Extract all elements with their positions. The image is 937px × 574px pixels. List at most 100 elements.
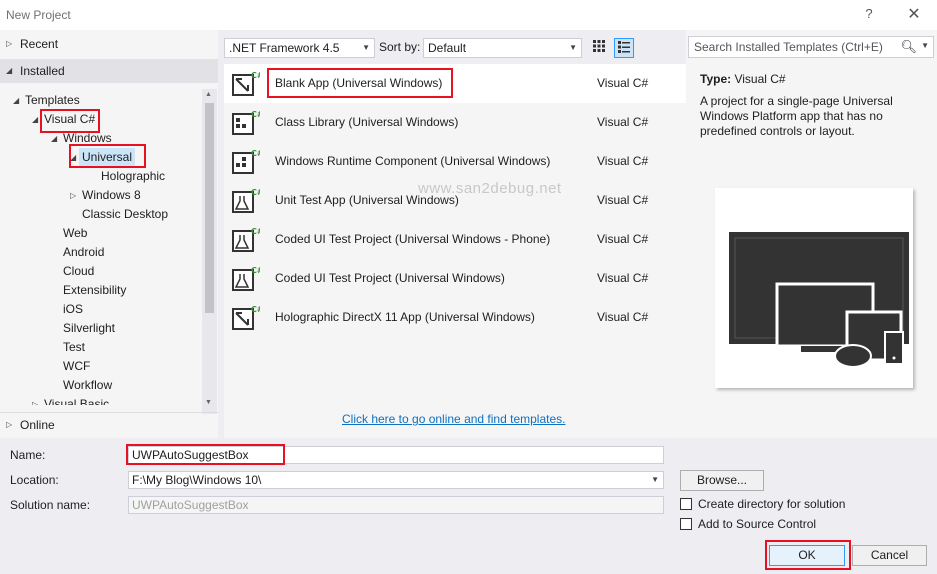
tree-node-templates[interactable]: ◢ Templates	[13, 91, 80, 110]
tree-node-visual-basic[interactable]: ▷ Visual Basic	[32, 395, 110, 405]
blank-app-icon: C#	[232, 71, 260, 96]
expand-arrow-icon[interactable]: ▷	[32, 395, 38, 405]
project-form: Name: UWPAutoSuggestBox Location: F:\My …	[0, 438, 937, 574]
grid-view-icon	[593, 40, 605, 52]
sort-value: Default	[428, 41, 467, 55]
ok-button[interactable]: OK	[769, 545, 845, 566]
title-bar: New Project ? ✕	[0, 0, 937, 30]
template-item-blank-app[interactable]: C# Blank App (Universal Windows) Visual …	[224, 64, 686, 103]
template-item-runtime-component[interactable]: C# Windows Runtime Component (Universal …	[224, 142, 686, 181]
template-item-coded-ui-phone[interactable]: C# Coded UI Test Project (Universal Wind…	[224, 220, 686, 259]
checkbox-box[interactable]	[680, 498, 692, 510]
location-field[interactable]: F:\My Blog\Windows 10\ ▼	[128, 471, 664, 489]
tree-node-holographic[interactable]: Holographic	[101, 167, 165, 186]
tree-node-wcf[interactable]: WCF	[63, 357, 90, 376]
scroll-down-icon[interactable]: ▼	[205, 399, 212, 406]
template-language: Visual C#	[597, 310, 649, 324]
search-icon[interactable]: 🔍︎	[900, 39, 917, 55]
dropdown-caret-icon[interactable]: ▼	[651, 472, 659, 488]
scroll-up-icon[interactable]: ▲	[205, 91, 212, 98]
sidebar-section-label: Recent	[20, 37, 59, 51]
window-title: New Project	[6, 8, 71, 22]
tree-node-android[interactable]: Android	[63, 243, 104, 262]
sort-dropdown[interactable]: Default ▼	[423, 38, 582, 58]
tree-node-cloud[interactable]: Cloud	[63, 262, 94, 281]
tree-node-label: Extensibility	[63, 283, 127, 297]
tree-node-label: Android	[63, 245, 105, 259]
sidebar-section-recent[interactable]: ▷ Recent	[0, 32, 218, 56]
checkbox-box[interactable]	[680, 518, 692, 530]
tree-node-windows[interactable]: ◢ Windows	[51, 129, 112, 148]
tree-node-visual-csharp[interactable]: ◢ Visual C#	[32, 110, 95, 129]
tree-node-label: Visual Basic	[44, 397, 110, 405]
expand-arrow-icon[interactable]: ▷	[6, 32, 12, 56]
template-language: Visual C#	[597, 271, 649, 285]
tree-scrollbar[interactable]: ▲ ▼	[202, 89, 217, 414]
help-button[interactable]: ?	[862, 6, 876, 21]
svg-text:C#: C#	[251, 110, 260, 119]
checkbox-label: Create directory for solution	[698, 497, 846, 511]
collapse-arrow-icon[interactable]: ◢	[13, 91, 19, 110]
sidebar-section-label: Online	[20, 418, 55, 432]
template-language: Visual C#	[597, 154, 649, 168]
template-item-coded-ui[interactable]: C# Coded UI Test Project (Universal Wind…	[224, 259, 686, 298]
sidebar-section-online[interactable]: ▷ Online	[0, 412, 218, 436]
tree-node-windows-8[interactable]: ▷ Windows 8	[70, 186, 141, 205]
template-name: Holographic DirectX 11 App (Universal Wi…	[275, 310, 535, 324]
framework-dropdown[interactable]: .NET Framework 4.5 ▼	[224, 38, 375, 58]
solution-name-label: Solution name:	[10, 498, 91, 512]
tree-node-label: Test	[63, 340, 86, 354]
tree-node-workflow[interactable]: Workflow	[63, 376, 112, 395]
cancel-button[interactable]: Cancel	[852, 545, 927, 566]
svg-text:C#: C#	[251, 266, 260, 275]
small-icons-view-button[interactable]	[589, 38, 609, 58]
create-directory-checkbox[interactable]: Create directory for solution	[680, 497, 845, 511]
tree-node-test[interactable]: Test	[63, 338, 85, 357]
tree-node-label: Workflow	[63, 378, 113, 392]
checkbox-label: Add to Source Control	[698, 517, 817, 531]
solution-name-field: UWPAutoSuggestBox	[128, 496, 664, 514]
expand-arrow-icon[interactable]: ▷	[70, 186, 76, 205]
template-item-holographic-directx[interactable]: C# Holographic DirectX 11 App (Universal…	[224, 298, 686, 337]
search-input[interactable]: Search Installed Templates (Ctrl+E)	[694, 40, 883, 54]
collapse-arrow-icon[interactable]: ◢	[6, 59, 12, 83]
location-label: Location:	[10, 473, 59, 487]
tree-node-label: Templates	[25, 93, 80, 107]
test-flask-icon: C#	[232, 188, 260, 213]
tree-node-ios[interactable]: iOS	[63, 300, 83, 319]
add-source-control-checkbox[interactable]: Add to Source Control	[680, 517, 816, 531]
tree-node-label: Windows	[63, 131, 112, 145]
sidebar-section-installed[interactable]: ◢ Installed	[0, 59, 218, 83]
close-button[interactable]: ✕	[903, 4, 925, 24]
template-language: Visual C#	[597, 193, 649, 207]
svg-text:C#: C#	[251, 305, 260, 314]
details-pane: Search Installed Templates (Ctrl+E) 🔍︎ ▼…	[686, 30, 937, 438]
collapse-arrow-icon[interactable]: ◢	[32, 110, 38, 129]
online-templates-link[interactable]: Click here to go online and find templat…	[342, 412, 565, 426]
svg-text:C#: C#	[251, 149, 260, 158]
list-view-icon	[618, 41, 630, 53]
name-field[interactable]: UWPAutoSuggestBox	[128, 446, 664, 464]
dropdown-caret-icon[interactable]: ▼	[921, 41, 929, 50]
dropdown-caret-icon: ▼	[569, 43, 577, 52]
tree-node-extensibility[interactable]: Extensibility	[63, 281, 126, 300]
tree-node-classic-desktop[interactable]: Classic Desktop	[82, 205, 168, 224]
collapse-arrow-icon[interactable]: ◢	[51, 129, 57, 148]
tree-node-universal[interactable]: ◢ Universal	[70, 148, 136, 167]
list-view-button[interactable]	[614, 38, 634, 58]
browse-button[interactable]: Browse...	[680, 470, 764, 491]
tree-node-label: Cloud	[63, 264, 95, 278]
template-tree: ◢ Templates ◢ Visual C# ◢ Windows ◢ Univ…	[0, 89, 202, 405]
expand-arrow-icon[interactable]: ▷	[6, 413, 12, 437]
tree-node-web[interactable]: Web	[63, 224, 87, 243]
template-language: Visual C#	[597, 115, 649, 129]
template-description: A project for a single-page Universal Wi…	[700, 94, 893, 138]
template-item-class-library[interactable]: C# Class Library (Universal Windows) Vis…	[224, 103, 686, 142]
svg-text:C#: C#	[251, 188, 260, 197]
collapse-arrow-icon[interactable]: ◢	[70, 148, 76, 167]
scrollbar-thumb[interactable]	[205, 103, 214, 313]
dropdown-caret-icon: ▼	[362, 43, 370, 52]
tree-node-silverlight[interactable]: Silverlight	[63, 319, 115, 338]
search-box[interactable]: Search Installed Templates (Ctrl+E) 🔍︎ ▼	[688, 36, 934, 58]
tree-node-label: Windows 8	[82, 188, 141, 202]
